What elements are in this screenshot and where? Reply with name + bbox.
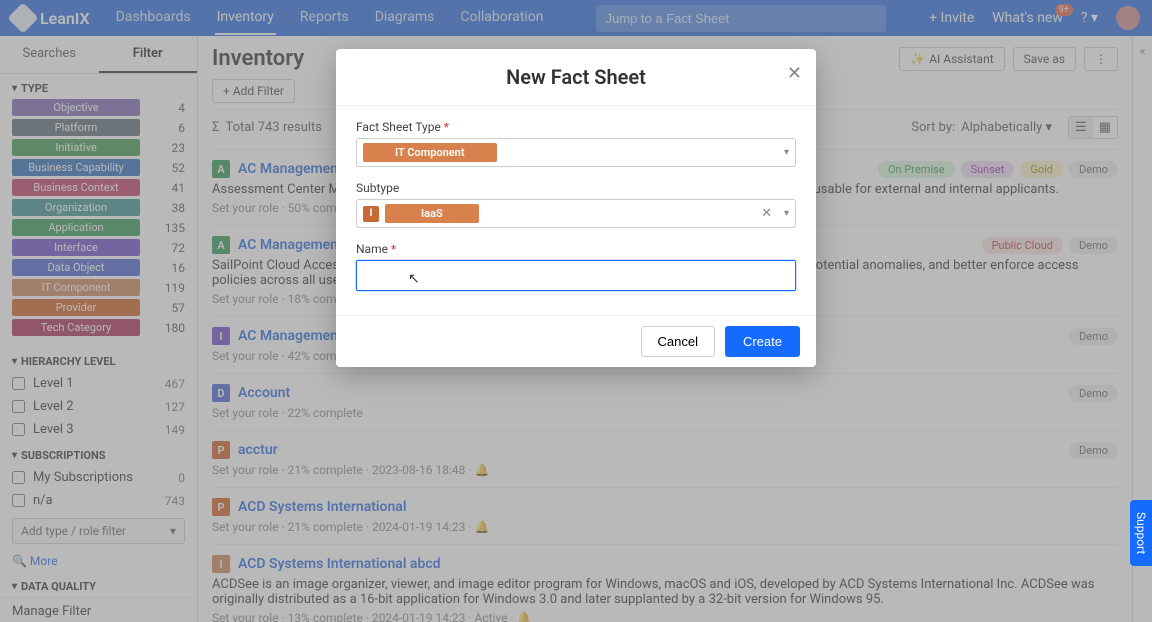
- factsheet-type-label: Fact Sheet Type *: [356, 120, 796, 134]
- subtype-chip: IaaS: [385, 204, 479, 223]
- subtype-label: Subtype: [356, 181, 796, 195]
- chevron-down-icon: ▾: [784, 147, 789, 158]
- name-label: Name *: [356, 242, 796, 256]
- subtype-letter-icon: I: [363, 206, 379, 222]
- modal-title: New Fact Sheet: [352, 65, 800, 89]
- name-input[interactable]: [356, 260, 796, 291]
- new-factsheet-modal: New Fact Sheet ✕ Fact Sheet Type * IT Co…: [336, 49, 816, 367]
- factsheet-type-select[interactable]: IT Component ▾: [356, 138, 796, 167]
- chevron-down-icon: ▾: [784, 208, 789, 219]
- cancel-button[interactable]: Cancel: [641, 326, 715, 357]
- close-icon[interactable]: ✕: [787, 63, 802, 84]
- clear-icon[interactable]: ✕: [761, 206, 772, 221]
- subtype-select[interactable]: I IaaS ✕ ▾: [356, 199, 796, 228]
- create-button[interactable]: Create: [725, 326, 800, 357]
- type-chip: IT Component: [363, 143, 497, 162]
- support-tab[interactable]: Support: [1130, 500, 1152, 566]
